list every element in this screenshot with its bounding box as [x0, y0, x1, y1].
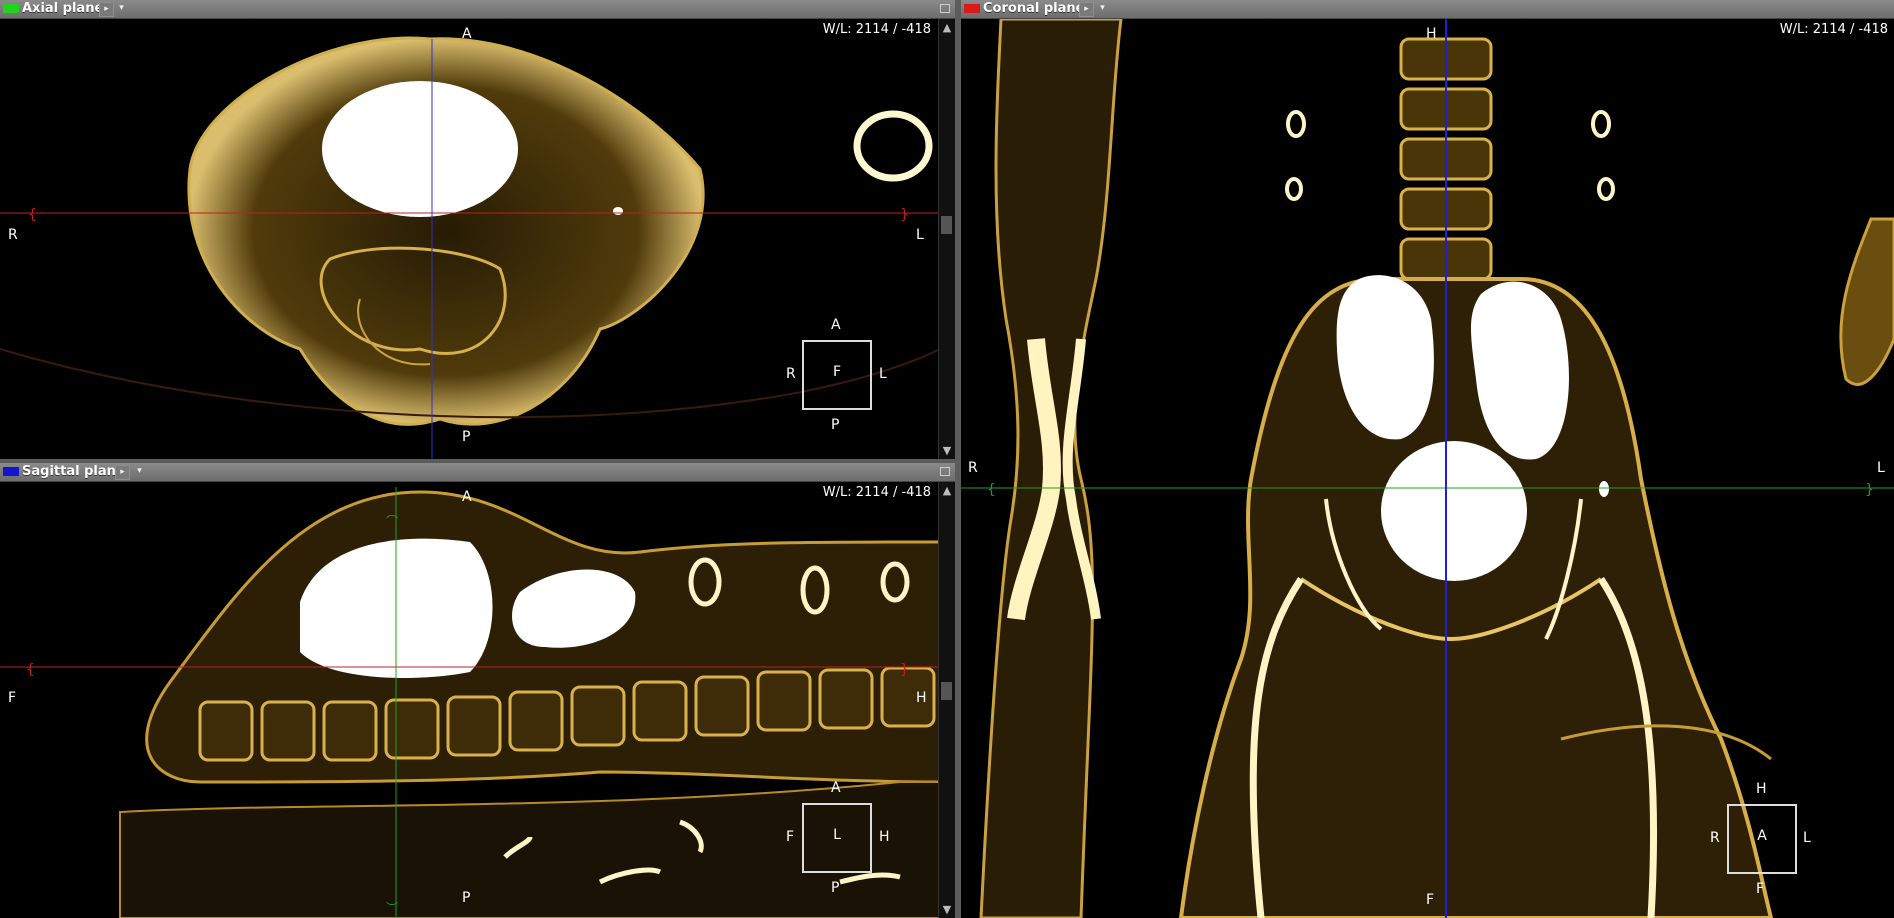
play-icon[interactable]: ▸	[99, 2, 114, 17]
orientation-cube[interactable]: L	[802, 803, 872, 873]
cube-label-bottom: P	[831, 880, 840, 896]
svg-text:}: }	[900, 207, 909, 223]
cube-label-right: H	[879, 829, 890, 845]
dropdown-icon[interactable]: ▾	[1096, 2, 1109, 15]
sagittal-color-swatch	[3, 467, 19, 476]
cube-face-label: F	[832, 364, 842, 380]
axial-titlebar: Axial plane ▸ ▾	[0, 0, 955, 19]
orientation-cube[interactable]: A	[1727, 804, 1797, 874]
play-icon[interactable]: ▸	[115, 465, 130, 480]
cube-label-left: F	[786, 829, 795, 845]
dropdown-icon[interactable]: ▾	[115, 2, 128, 15]
slice-scrollbar[interactable]: ▲ ▼	[938, 482, 955, 918]
scroll-up-icon[interactable]: ▲	[940, 21, 954, 34]
sagittal-titlebar: Sagittal plane ▸ ▾	[0, 463, 955, 482]
coronal-panel: Coronal plane ▸ ▾ {} W/L: 2114 / -418 H…	[961, 0, 1894, 918]
orientation-top: H	[1426, 26, 1437, 42]
play-icon[interactable]: ▸	[1079, 2, 1094, 17]
window-level-readout: W/L: 2114 / -418	[822, 485, 931, 500]
orientation-right: L	[1877, 460, 1885, 476]
orientation-cube[interactable]: F	[802, 340, 872, 410]
coronal-title: Coronal plane	[983, 1, 1085, 16]
orientation-left: R	[8, 227, 18, 243]
sagittal-title: Sagittal plane	[22, 464, 125, 479]
svg-text:︵: ︵	[386, 506, 398, 520]
cube-label-right: L	[1803, 830, 1811, 846]
sagittal-viewport[interactable]: { } ︵ ︶ W/L: 2114 / -418 A P F H A F H P…	[0, 482, 955, 918]
maximize-icon[interactable]	[940, 4, 950, 13]
orientation-top: A	[462, 26, 472, 42]
svg-text:{: {	[987, 482, 996, 498]
orientation-top: A	[462, 489, 472, 505]
window-level-readout: W/L: 2114 / -418	[822, 22, 931, 37]
coronal-color-swatch	[964, 4, 980, 13]
orientation-bottom: P	[462, 890, 471, 906]
axial-panel: Axial plane ▸ ▾ {} W/L: 2114 / -418 A P…	[0, 0, 955, 459]
svg-text:}: }	[900, 662, 909, 678]
axial-title: Axial plane	[22, 1, 104, 16]
axial-viewport[interactable]: { } W/L: 2114 / -418 A P R L A R L P F ▲…	[0, 19, 955, 459]
coronal-image: { }	[961, 19, 1894, 918]
svg-text:{: {	[28, 207, 37, 223]
cube-label-top: A	[831, 780, 841, 796]
cube-label-left: R	[786, 366, 796, 382]
scroll-up-icon[interactable]: ▲	[940, 484, 954, 497]
slice-scrollbar[interactable]: ▲ ▼	[938, 19, 955, 459]
orientation-left: F	[8, 690, 17, 706]
orientation-bottom: F	[1426, 892, 1435, 908]
window-level-readout: W/L: 2114 / -418	[1779, 22, 1888, 37]
scroll-down-icon[interactable]: ▼	[940, 903, 954, 916]
orientation-left: R	[968, 460, 978, 476]
svg-text:{: {	[26, 662, 35, 678]
axial-image: { }	[0, 36, 940, 459]
cube-label-bottom: P	[831, 417, 840, 433]
cube-label-right: L	[879, 366, 887, 382]
cube-face-label: L	[833, 827, 841, 843]
sagittal-image: { } ︵ ︶	[0, 487, 940, 918]
orientation-bottom: P	[462, 429, 471, 445]
horizontal-splitter[interactable]	[0, 459, 955, 463]
cube-label-left: R	[1710, 830, 1720, 846]
orientation-right: H	[916, 690, 927, 706]
svg-text:}: }	[1865, 482, 1874, 498]
orientation-right: L	[916, 227, 924, 243]
svg-text:︶: ︶	[386, 901, 398, 915]
cube-label-bottom: F	[1756, 881, 1765, 897]
cube-face-label: A	[1757, 828, 1767, 844]
cube-label-top: H	[1756, 781, 1767, 797]
coronal-viewport[interactable]: { } W/L: 2114 / -418 H F R L H R L F A	[961, 19, 1894, 918]
dropdown-icon[interactable]: ▾	[133, 465, 146, 478]
scroll-down-icon[interactable]: ▼	[940, 444, 954, 457]
sagittal-panel: Sagittal plane ▸ ▾ {} ︵ ︶ W/L: 2114 / -…	[0, 463, 955, 918]
cube-label-top: A	[831, 317, 841, 333]
scroll-thumb[interactable]	[941, 682, 952, 700]
coronal-titlebar: Coronal plane ▸ ▾	[961, 0, 1894, 19]
scroll-thumb[interactable]	[941, 216, 952, 234]
axial-color-swatch	[3, 4, 19, 13]
maximize-icon[interactable]	[940, 467, 950, 476]
